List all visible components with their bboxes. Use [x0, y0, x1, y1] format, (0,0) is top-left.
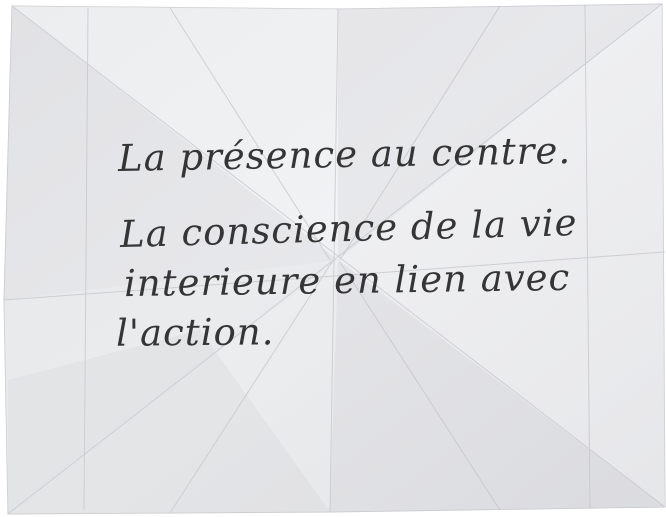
note-line-3: interieure en lien avec: [123, 255, 571, 306]
note-line-4: l'action.: [115, 310, 275, 355]
note-line-1: La présence au centre.: [117, 129, 572, 180]
handwritten-note: La présence au centre. La conscience de …: [0, 0, 666, 517]
note-line-2: La conscience de la vie: [119, 201, 578, 256]
photo-stage: La présence au centre. La conscience de …: [0, 0, 666, 517]
